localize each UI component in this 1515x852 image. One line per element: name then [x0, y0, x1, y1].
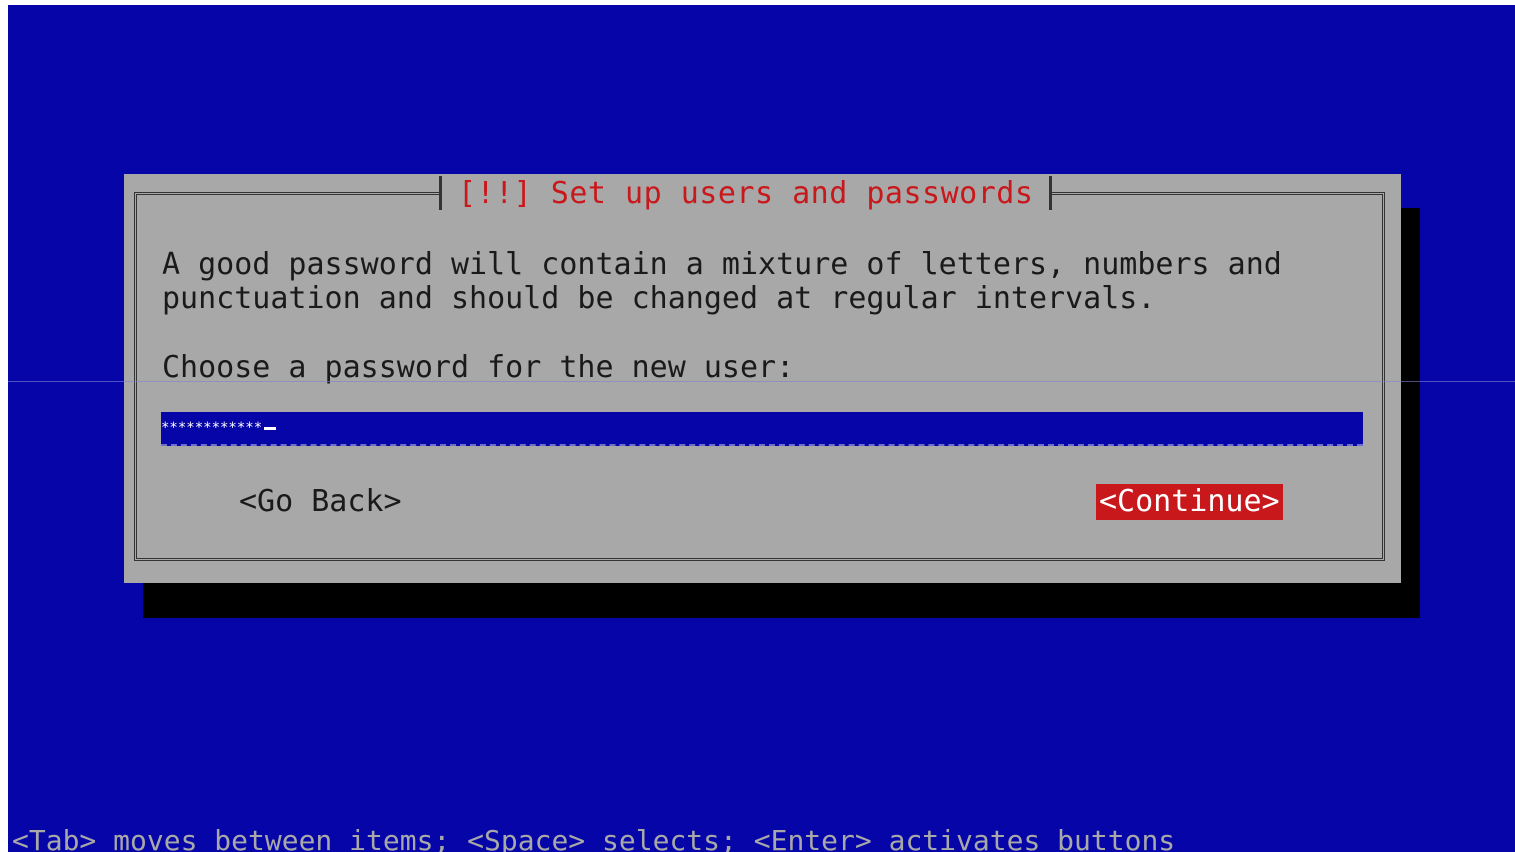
password-input[interactable]: ************	[161, 412, 1363, 446]
dialog-title: [!!] Set up users and passwords	[458, 175, 1034, 211]
text-cursor	[264, 426, 277, 430]
description-line-1: A good password will contain a mixture o…	[162, 247, 1282, 282]
password-masked-value: ************	[161, 420, 263, 436]
keyboard-help-line: <Tab> moves between items; <Space> selec…	[12, 824, 1176, 852]
password-dialog: [!!] Set up users and passwords A good p…	[124, 174, 1401, 583]
continue-button[interactable]: <Continue>	[1096, 484, 1283, 520]
description-line-2: punctuation and should be changed at reg…	[162, 281, 1156, 316]
dialog-title-box: [!!] Set up users and passwords	[439, 175, 1053, 211]
password-prompt: Choose a password for the new user:	[162, 350, 795, 385]
installer-screen: [!!] Set up users and passwords A good p…	[8, 5, 1515, 852]
go-back-button[interactable]: <Go Back>	[239, 484, 402, 520]
